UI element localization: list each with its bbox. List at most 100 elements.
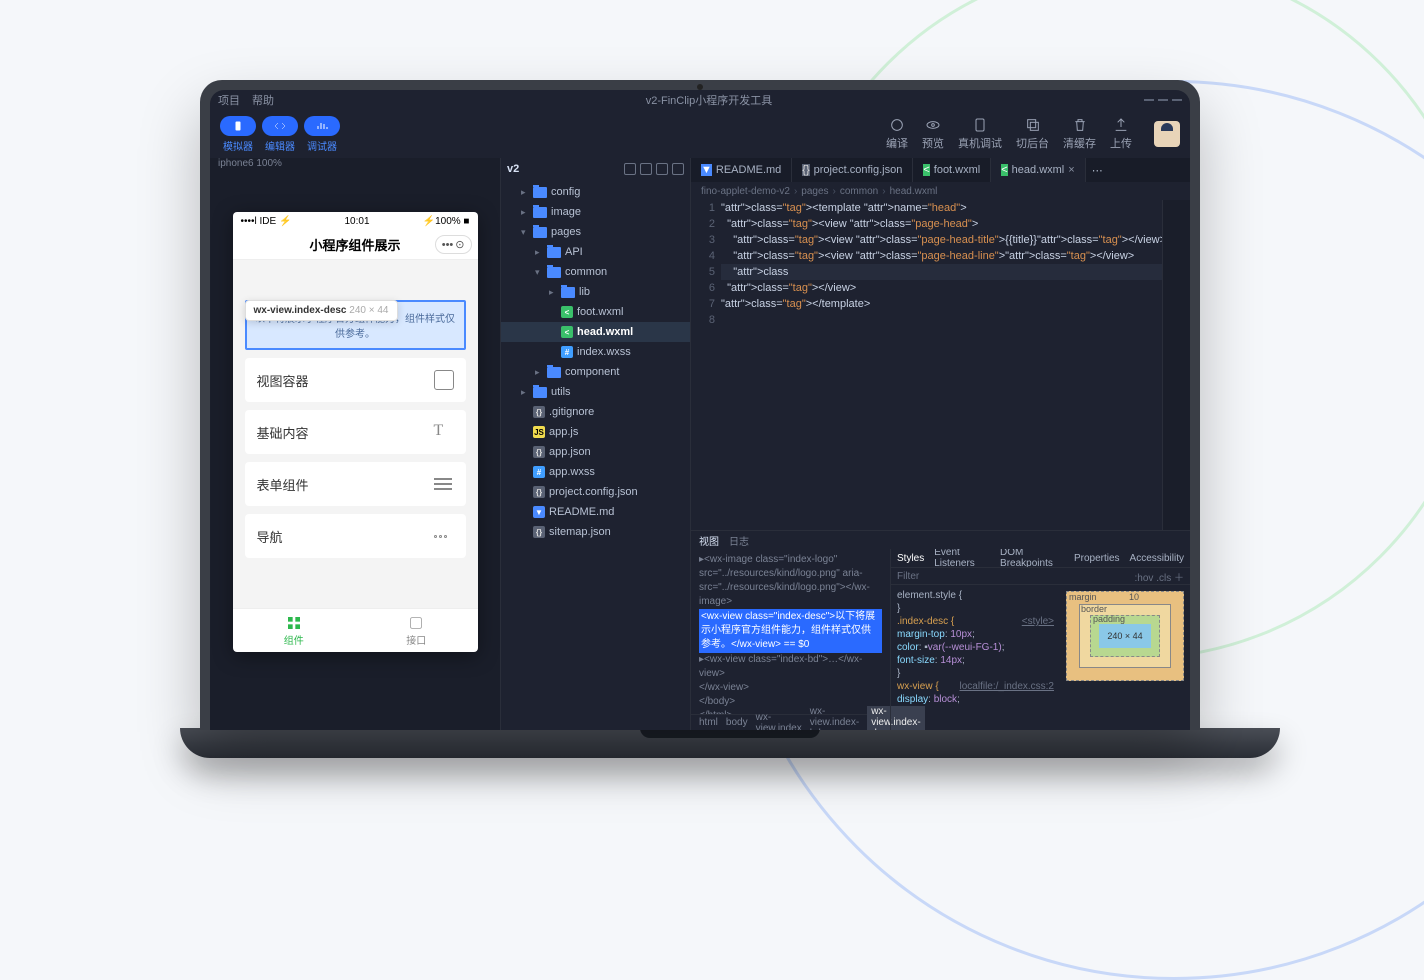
tree-file[interactable]: #app.wxss (501, 462, 690, 482)
tree-file[interactable]: ▼README.md (501, 502, 690, 522)
tab-api[interactable]: 接口 (355, 609, 478, 652)
menu-help[interactable]: 帮助 (252, 92, 274, 108)
mode-simulator[interactable]: 模拟器 (220, 116, 256, 153)
tree-folder[interactable]: ▸config (501, 182, 690, 202)
tree-file[interactable]: {}app.json (501, 442, 690, 462)
code-editor[interactable]: 12345678 "attr">class="tag"><template "a… (691, 200, 1190, 530)
tab-head[interactable]: <head.wxml× (991, 158, 1085, 182)
devtools: 视图 日志 ▸<wx-image class="index-logo" src=… (691, 530, 1190, 730)
refresh-icon[interactable] (656, 163, 668, 175)
category-item[interactable]: 表单组件 (245, 462, 466, 506)
category-item[interactable]: 导航 (245, 514, 466, 558)
explorer-actions[interactable] (624, 163, 684, 175)
trash-icon (1072, 117, 1088, 133)
tree-file[interactable]: {}.gitignore (501, 402, 690, 422)
tool-cache[interactable]: 清缓存 (1063, 117, 1096, 151)
project-root[interactable]: v2 (507, 163, 519, 175)
window-title: v2-FinClip小程序开发工具 (286, 92, 1132, 108)
tool-upload[interactable]: 上传 (1110, 117, 1132, 151)
tree-folder[interactable]: ▾pages (501, 222, 690, 242)
category-item[interactable]: 基础内容T (245, 410, 466, 454)
tool-remote[interactable]: 真机调试 (958, 117, 1002, 151)
styles-rules[interactable]: element.style { } .index-desc {<style> m… (891, 585, 1060, 730)
window-buttons[interactable] (1144, 99, 1182, 101)
tree-folder[interactable]: ▸API (501, 242, 690, 262)
nav-icon (434, 526, 454, 546)
code-content[interactable]: "attr">class="tag"><template "attr">name… (721, 200, 1162, 530)
layers-icon (1025, 117, 1041, 133)
code-icon (274, 120, 286, 132)
laptop-frame: 项目 帮助 v2-FinClip小程序开发工具 模拟器 编辑器 调试器 编译 预… (180, 80, 1220, 770)
tree-folder[interactable]: ▸component (501, 362, 690, 382)
styles-tabs: Styles Event Listeners DOM Breakpoints P… (891, 549, 1190, 567)
editor-tabs: ▼README.md {}project.config.json <foot.w… (691, 158, 1190, 182)
tree-file[interactable]: JSapp.js (501, 422, 690, 442)
user-avatar[interactable] (1154, 121, 1180, 147)
phone-preview[interactable]: ••••l IDE ⚡ 10:01 ⚡100% ■ 小程序组件展示 •••⊙ w… (233, 212, 478, 652)
tab-overflow[interactable]: ⋯ (1086, 158, 1109, 182)
chart-icon (316, 120, 328, 132)
subtab-styles[interactable]: Styles (897, 553, 924, 564)
text-icon: T (434, 422, 454, 442)
box-model: margin 10 border padding 240 × 44 (1060, 585, 1190, 730)
hov-toggle[interactable]: :hov .cls ＋ (1135, 569, 1184, 584)
minimap[interactable] (1162, 200, 1190, 530)
sim-device-status: iphone6 100% (210, 158, 500, 176)
grid-icon (286, 615, 302, 631)
dt-tab-elements[interactable]: 视图 (699, 533, 719, 548)
breadcrumbs[interactable]: fino-applet-demo-v2› pages› common› head… (691, 182, 1190, 200)
file-explorer: v2 ▸config ▸image ▾pages ▸API ▾common ▸l… (500, 158, 690, 730)
close-icon[interactable]: × (1068, 164, 1074, 176)
tab-foot[interactable]: <foot.wxml (913, 158, 991, 182)
tab-components[interactable]: 组件 (233, 609, 356, 652)
mode-editor[interactable]: 编辑器 (262, 116, 298, 153)
toolbar: 模拟器 编辑器 调试器 编译 预览 真机调试 切后台 清缓存 上传 (210, 110, 1190, 158)
phone-icon (232, 120, 244, 132)
upload-icon (1113, 117, 1129, 133)
subtab-breakpoints[interactable]: DOM Breakpoints (1000, 549, 1064, 569)
tree-file[interactable]: {}project.config.json (501, 482, 690, 502)
tree-file[interactable]: #index.wxss (501, 342, 690, 362)
ide-window: 项目 帮助 v2-FinClip小程序开发工具 模拟器 编辑器 调试器 编译 预… (210, 90, 1190, 730)
devtools-tabs: 视图 日志 (691, 531, 1190, 549)
tree-file[interactable]: <foot.wxml (501, 302, 690, 322)
dt-tab-console[interactable]: 日志 (729, 533, 749, 548)
tab-readme[interactable]: ▼README.md (691, 158, 792, 182)
tree-folder[interactable]: ▸utils (501, 382, 690, 402)
tree-folder[interactable]: ▾common (501, 262, 690, 282)
menu-project[interactable]: 项目 (218, 92, 240, 108)
phone-navbar: 小程序组件展示 •••⊙ (233, 230, 478, 260)
new-file-icon[interactable] (624, 163, 636, 175)
new-folder-icon[interactable] (640, 163, 652, 175)
phone-title: 小程序组件展示 (309, 235, 400, 254)
category-item[interactable]: 视图容器 (245, 358, 466, 402)
styles-filter[interactable]: Filter (897, 571, 919, 582)
phone-tabbar: 组件 接口 (233, 608, 478, 652)
collapse-icon[interactable] (672, 163, 684, 175)
selected-node[interactable]: <wx-view class="index-desc">以下将展示小程序官方组件… (699, 609, 882, 653)
container-icon (434, 370, 454, 390)
tool-background[interactable]: 切后台 (1016, 117, 1049, 151)
line-numbers: 12345678 (691, 200, 721, 530)
mode-debugger[interactable]: 调试器 (304, 116, 340, 153)
menubar: 项目 帮助 v2-FinClip小程序开发工具 (210, 90, 1190, 110)
tool-preview[interactable]: 预览 (922, 117, 944, 151)
subtab-properties[interactable]: Properties (1074, 553, 1120, 564)
api-icon (408, 615, 424, 631)
tab-projectconfig[interactable]: {}project.config.json (792, 158, 913, 182)
elements-panel[interactable]: ▸<wx-image class="index-logo" src="../re… (691, 549, 890, 714)
inspect-tooltip: wx-view.index-desc 240 × 44 (245, 300, 398, 321)
tree-folder[interactable]: ▸image (501, 202, 690, 222)
capsule-button[interactable]: •••⊙ (435, 235, 472, 254)
refresh-icon (889, 117, 905, 133)
subtab-listeners[interactable]: Event Listeners (934, 549, 990, 569)
phone-statusbar: ••••l IDE ⚡ 10:01 ⚡100% ■ (233, 212, 478, 230)
elements-breadcrumbs[interactable]: html body wx-view.index wx-view.index-hd… (691, 714, 890, 730)
subtab-a11y[interactable]: Accessibility (1130, 553, 1184, 564)
editor-pane: ▼README.md {}project.config.json <foot.w… (690, 158, 1190, 730)
tool-compile[interactable]: 编译 (886, 117, 908, 151)
simulator-pane: iphone6 100% ••••l IDE ⚡ 10:01 ⚡100% ■ 小… (210, 158, 500, 730)
tree-file[interactable]: {}sitemap.json (501, 522, 690, 542)
tree-file[interactable]: <head.wxml (501, 322, 690, 342)
tree-folder[interactable]: ▸lib (501, 282, 690, 302)
